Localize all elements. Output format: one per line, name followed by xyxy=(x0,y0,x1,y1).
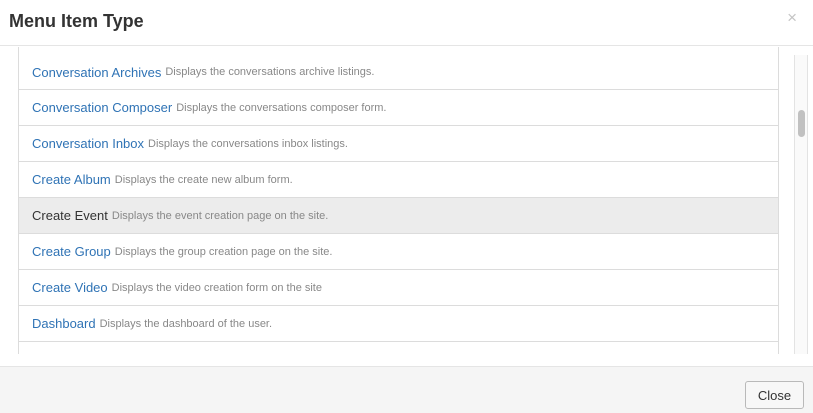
close-button[interactable]: Close xyxy=(745,381,804,409)
item-title: Create Group xyxy=(32,244,111,259)
list-item[interactable]: Create Album Displays the create new alb… xyxy=(19,162,778,198)
list-item[interactable]: Conversation Composer Displays the conve… xyxy=(19,90,778,126)
item-title: Create Video xyxy=(32,280,108,295)
modal-title: Menu Item Type xyxy=(9,11,144,31)
item-description: Displays the event creation page on the … xyxy=(111,209,329,222)
item-title: Create Album xyxy=(32,172,111,187)
list-item[interactable]: Conversation Inbox Displays the conversa… xyxy=(19,126,778,162)
list-item[interactable]: Conversation Archives Displays the conve… xyxy=(19,47,778,90)
item-title: Conversation Inbox xyxy=(32,136,145,151)
item-title: Conversation Archives xyxy=(32,64,162,80)
list-item[interactable]: Dashboard Displays the dashboard of the … xyxy=(19,306,778,342)
item-description: Displays the group creation page on the … xyxy=(114,245,333,258)
item-title: Dashboard xyxy=(32,316,96,331)
item-description: Displays the video creation form on the … xyxy=(111,281,322,294)
item-title: Create Event xyxy=(32,208,108,223)
scrollbar[interactable] xyxy=(794,55,808,354)
item-title: Conversation Composer xyxy=(32,100,173,115)
item-description: Displays the conversations inbox listing… xyxy=(148,137,348,150)
list-item[interactable] xyxy=(19,342,778,354)
item-description: Displays the create new album form. xyxy=(114,173,293,186)
list-item[interactable]: Create Video Displays the video creation… xyxy=(19,270,778,306)
modal-body: Conversation Archives Displays the conve… xyxy=(0,47,813,354)
item-description: Displays the conversations archive listi… xyxy=(165,66,375,78)
item-description: Displays the dashboard of the user. xyxy=(99,317,273,330)
item-description: Displays the conversations composer form… xyxy=(176,101,387,114)
menu-item-type-list: Conversation Archives Displays the conve… xyxy=(18,47,779,354)
close-icon[interactable]: × xyxy=(787,9,797,27)
list-item[interactable]: Create Group Displays the group creation… xyxy=(19,234,778,270)
scrollbar-thumb[interactable] xyxy=(798,110,805,137)
list-item-selected[interactable]: Create Event Displays the event creation… xyxy=(19,198,778,234)
modal-footer: Close xyxy=(0,366,813,413)
menu-item-type-modal: Menu Item Type × Conversation Archives D… xyxy=(0,0,813,413)
modal-header: Menu Item Type × xyxy=(0,0,813,46)
